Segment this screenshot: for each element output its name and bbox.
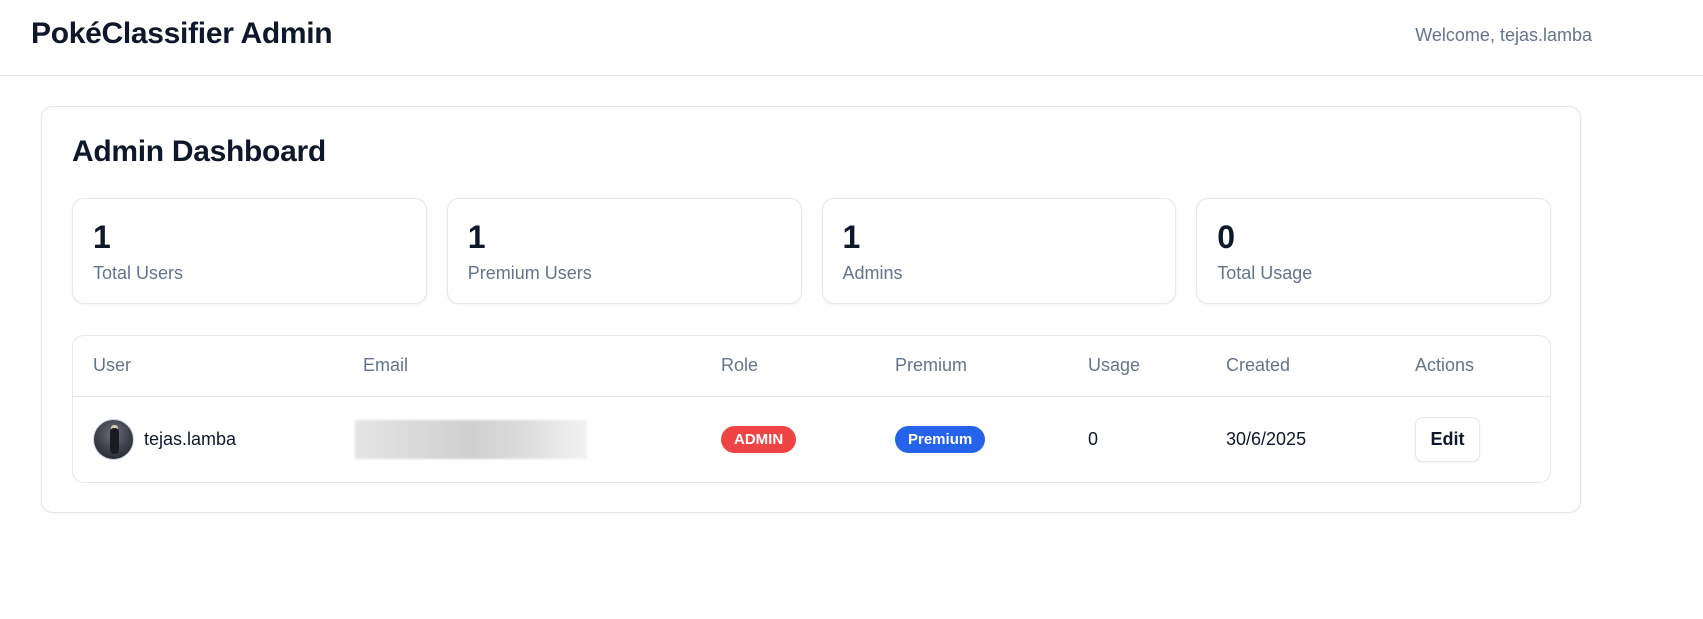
column-header-actions: Actions [1395, 336, 1550, 397]
role-badge: ADMIN [721, 425, 797, 453]
stat-card-admins: 1 Admins [821, 198, 1177, 304]
table-header-row: User Email Role Premium Usage Created Ac… [73, 336, 1550, 397]
page-title: Admin Dashboard [72, 135, 326, 168]
usage-cell: 0 [1088, 428, 1099, 449]
stat-value: 0 [1217, 219, 1236, 255]
role-cell: ADMIN [701, 396, 875, 482]
users-table: User Email Role Premium Usage Created Ac… [72, 335, 1551, 483]
app-title: PokéClassifier Admin [31, 17, 333, 50]
stats-row: 1 Total Users 1 Premium Users 1 Admins 0… [72, 198, 1551, 304]
table-row: tejas.lamba ADMIN Premium 0 30/6/2025 Ed… [73, 396, 1550, 482]
email-cell [343, 396, 701, 482]
stat-value: 1 [93, 219, 111, 255]
avatar [93, 418, 134, 460]
welcome-text: Welcome, tejas.lamba [1415, 25, 1592, 45]
stat-label: Total Users [93, 263, 184, 283]
user-cell: tejas.lamba [73, 396, 343, 482]
column-header-premium: Premium [875, 336, 1068, 397]
stat-card-total-users: 1 Total Users [72, 198, 427, 304]
column-header-email: Email [343, 336, 701, 397]
stat-label: Premium Users [467, 263, 592, 283]
created-cell: 30/6/2025 [1226, 428, 1307, 449]
column-header-usage: Usage [1068, 336, 1206, 397]
column-header-user: User [73, 336, 343, 397]
username: tejas.lamba [144, 428, 237, 449]
stat-value: 1 [842, 219, 861, 255]
stat-value: 1 [467, 219, 486, 255]
stat-card-premium-users: 1 Premium Users [446, 198, 802, 304]
edit-button[interactable]: Edit [1415, 416, 1480, 462]
premium-badge: Premium [895, 425, 986, 453]
stat-label: Total Usage [1217, 263, 1313, 283]
premium-cell: Premium [875, 396, 1068, 482]
email-redacted [355, 419, 587, 459]
stat-label: Admins [842, 263, 903, 283]
column-header-role: Role [701, 336, 875, 397]
column-header-created: Created [1206, 336, 1395, 397]
actions-cell: Edit [1395, 396, 1550, 482]
top-header: PokéClassifier Admin Welcome, tejas.lamb… [0, 0, 1703, 76]
stat-card-total-usage: 0 Total Usage [1196, 198, 1551, 304]
dashboard-card: Admin Dashboard 1 Total Users 1 Premium … [41, 106, 1581, 513]
